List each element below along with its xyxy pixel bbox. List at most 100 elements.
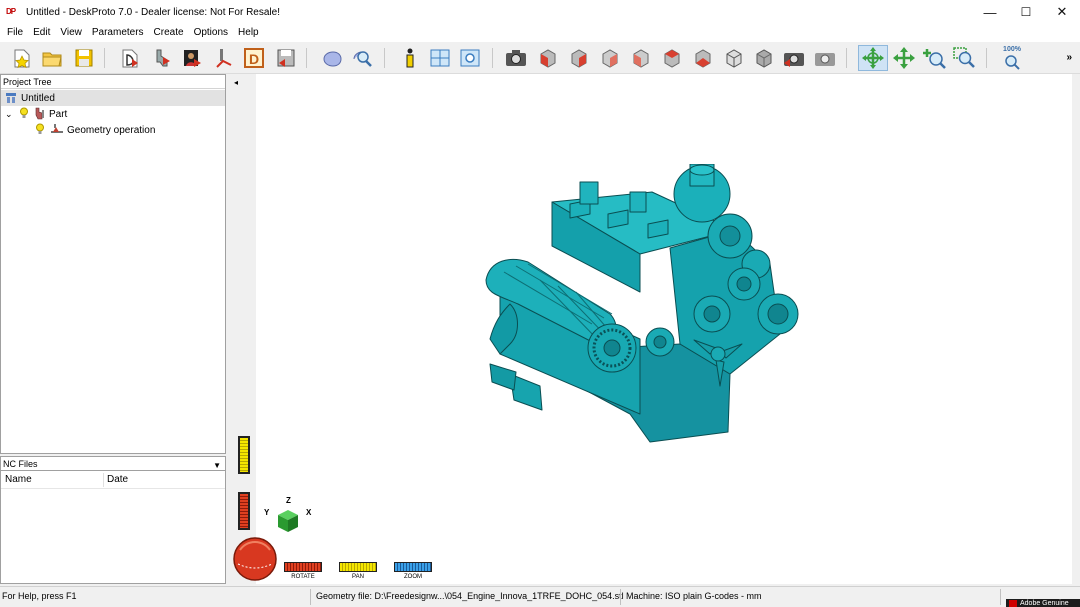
toolbar-separator [104,48,105,68]
zoom-slider-fill [240,494,248,528]
engine-3d-model[interactable] [480,164,810,449]
tree-item-label: Geometry operation [67,124,156,136]
rotate-control-label: ROTATE [291,574,315,580]
deskproto-window: DP Untitled - DeskProto 7.0 - Dealer lic… [0,0,1080,607]
view-cube-right-icon[interactable] [629,46,653,70]
menu-edit[interactable]: Edit [28,24,55,42]
view-cube-front-icon[interactable] [536,46,560,70]
view-cube-iso-icon[interactable] [722,46,746,70]
maximize-button[interactable]: ☐ [1008,0,1044,24]
toolbar-overflow-chevron-icon[interactable]: » [1066,52,1072,63]
status-machine: Machine: ISO plain G-codes - mm [626,591,762,601]
axis-y-label: Y [264,508,270,517]
menu-parameters[interactable]: Parameters [87,24,149,42]
zoom-control-fill [395,563,431,571]
zoom-control-label: ZOOM [404,574,422,580]
toolbar-separator [986,48,987,68]
adobe-genuine-badge[interactable]: Adobe Genuine [1006,599,1080,607]
window-controls: — ☐ ✕ [972,0,1080,24]
view-zoom-window-icon[interactable] [458,46,482,70]
nc-files-header: NC Files ▼ [1,457,225,471]
status-bar: For Help, press F1 Geometry file: D:\Fre… [0,586,1080,607]
open-folder-icon[interactable] [40,46,64,70]
adobe-genuine-label: Adobe Genuine [1020,600,1069,607]
deskproto-app-icon: DP [6,7,16,16]
zoom-100-icon[interactable]: 100% [1000,46,1024,70]
toolbar-separator [384,48,385,68]
menu-file[interactable]: File [2,24,28,42]
rotate-mode-icon[interactable] [858,45,888,71]
view-layout-icon[interactable] [428,46,452,70]
project-icon [5,92,17,104]
tree-item-geometry-operation[interactable]: Geometry operation [35,122,155,138]
pan-control[interactable] [339,562,377,572]
axis-triad: Z Y X [262,494,322,544]
nc-files-panel: NC Files ▼ Name Date [0,456,226,584]
rotate-control[interactable] [284,562,322,572]
column-header-name[interactable]: Name [5,474,32,485]
zoom-in-icon[interactable] [922,46,946,70]
zoom-slider[interactable] [238,492,250,530]
camera-previous-view-icon[interactable] [782,46,806,70]
view-cube-gray-icon[interactable] [752,46,776,70]
collapse-chevron-icon[interactable]: ⌄ [5,109,19,120]
menu-view[interactable]: View [55,24,87,42]
bitmap-operation-icon[interactable] [180,46,204,70]
part-icon [33,106,49,123]
toolbar-separator [306,48,307,68]
status-help-text: For Help, press F1 [2,591,77,601]
save-disk-icon[interactable] [72,46,96,70]
menu-create[interactable]: Create [149,24,189,42]
pan-control-fill [340,563,376,571]
nc-files-column-headers: Name Date [1,471,225,489]
tree-item-untitled[interactable]: Untitled [1,90,225,106]
menu-options[interactable]: Options [189,24,233,42]
3d-viewport[interactable]: ◂ ROTATE PAN ZOOM Z Y X [230,74,1072,584]
pan-control-label: PAN [352,574,364,580]
zoom-level-label: 100% [1003,46,1021,53]
axis-x-label: X [306,508,312,517]
svg-text:D: D [249,51,259,67]
toolpath-icon[interactable] [212,46,236,70]
zoom-window-icon[interactable] [952,46,976,70]
visibility-bulb-icon[interactable] [35,123,49,138]
geometry-operation-icon [49,123,67,138]
project-tree-panel: Project Tree Untitled ⌄ Part Geometry op… [0,74,226,454]
camera-next-view-icon[interactable] [813,46,837,70]
column-header-date[interactable]: Date [107,474,128,485]
status-geometry-file: Geometry file: D:\Freedesignw...\054_Eng… [316,591,624,601]
window-title: Untitled - DeskProto 7.0 - Dealer licens… [26,6,280,18]
simulation-icon[interactable] [320,46,344,70]
collapse-panel-arrow-icon[interactable]: ◂ [234,78,238,87]
rotate-control-fill [285,563,321,571]
project-tree-header: Project Tree [1,75,225,89]
pan-mode-icon[interactable] [892,46,916,70]
pan-slider-fill [240,438,248,472]
minimize-button[interactable]: — [972,0,1008,24]
new-project-icon[interactable] [10,46,34,70]
view-cube-top-icon[interactable] [660,46,684,70]
visibility-bulb-icon[interactable] [19,107,33,122]
view-cube-back-icon[interactable] [567,46,591,70]
drawing-operation-icon[interactable]: D [242,46,266,70]
adobe-logo-icon [1009,600,1017,607]
axis-z-label: Z [286,496,291,505]
pan-slider[interactable] [238,436,250,474]
toolbar-separator [492,48,493,68]
column-divider[interactable] [103,473,104,487]
info-icon[interactable] [398,46,422,70]
view-cube-left-icon[interactable] [598,46,622,70]
view-cube-bottom-icon[interactable] [691,46,715,70]
load-part-icon[interactable] [118,46,142,70]
menu-help[interactable]: Help [233,24,264,42]
title-bar: DP Untitled - DeskProto 7.0 - Dealer lic… [0,0,1080,24]
tree-item-part[interactable]: ⌄ Part [5,106,67,122]
zoom-control[interactable] [394,562,432,572]
save-nc-file-icon[interactable] [274,46,298,70]
preview-magnifier-icon[interactable] [350,46,374,70]
close-button[interactable]: ✕ [1044,0,1080,24]
status-divider [1000,589,1001,605]
camera-view-icon[interactable] [504,46,528,70]
part-operation-icon[interactable] [150,46,174,70]
viewport-right-edge [1072,74,1080,584]
